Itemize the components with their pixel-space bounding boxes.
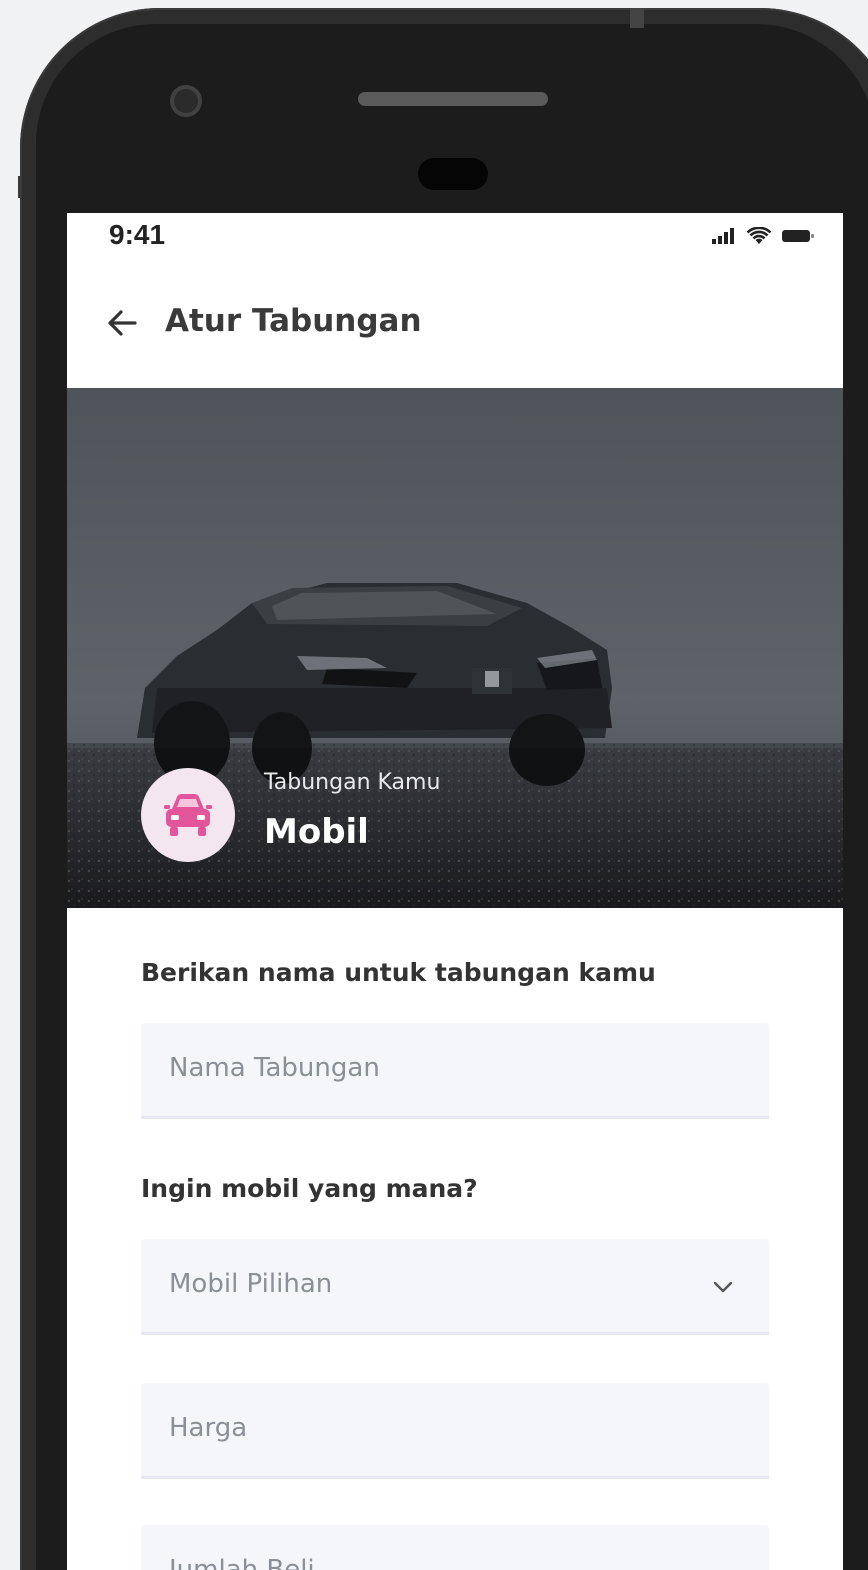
phone-edge-detail (630, 8, 644, 28)
car-select-value: Mobil Pilihan (169, 1269, 333, 1299)
battery-icon (782, 230, 814, 242)
savings-form: Berikan nama untuk tabungan kamu Nama Ta… (141, 953, 769, 1570)
arrow-left-icon (108, 310, 137, 336)
car-select[interactable]: Mobil Pilihan (141, 1239, 769, 1335)
page: 9:41 Atur Tabungan Tabungan Kamu Mobil B… (0, 0, 868, 1570)
savings-name-placeholder: Nama Tabungan (169, 1053, 380, 1083)
car-label: Ingin mobil yang mana? (141, 1174, 478, 1203)
quantity-input[interactable]: Jumlah Beli (141, 1525, 769, 1570)
hero-subtitle: Tabungan Kamu (264, 770, 441, 795)
back-button[interactable] (103, 303, 143, 343)
category-avatar (141, 768, 235, 862)
app-screen: 9:41 Atur Tabungan Tabungan Kamu Mobil B… (67, 213, 843, 1570)
quantity-placeholder: Jumlah Beli (169, 1555, 315, 1570)
hero-title: Mobil (264, 812, 369, 852)
status-time: 9:41 (109, 219, 166, 250)
car-icon (164, 794, 212, 836)
price-placeholder: Harga (169, 1413, 248, 1443)
signal-icon (712, 228, 734, 244)
phone-side-button (18, 176, 22, 198)
app-header: Atur Tabungan (67, 285, 843, 365)
proximity-sensor (418, 158, 488, 190)
hero-banner: Tabungan Kamu Mobil (67, 388, 843, 908)
earpiece-speaker (358, 92, 548, 106)
front-camera (170, 85, 202, 117)
chevron-down-icon (713, 1281, 733, 1293)
page-title: Atur Tabungan (165, 303, 422, 339)
savings-name-input[interactable]: Nama Tabungan (141, 1023, 769, 1119)
price-input[interactable]: Harga (141, 1383, 769, 1479)
status-icons (711, 227, 815, 245)
name-label: Berikan nama untuk tabungan kamu (141, 958, 656, 987)
status-bar: 9:41 (67, 213, 843, 265)
wifi-icon (747, 227, 771, 244)
